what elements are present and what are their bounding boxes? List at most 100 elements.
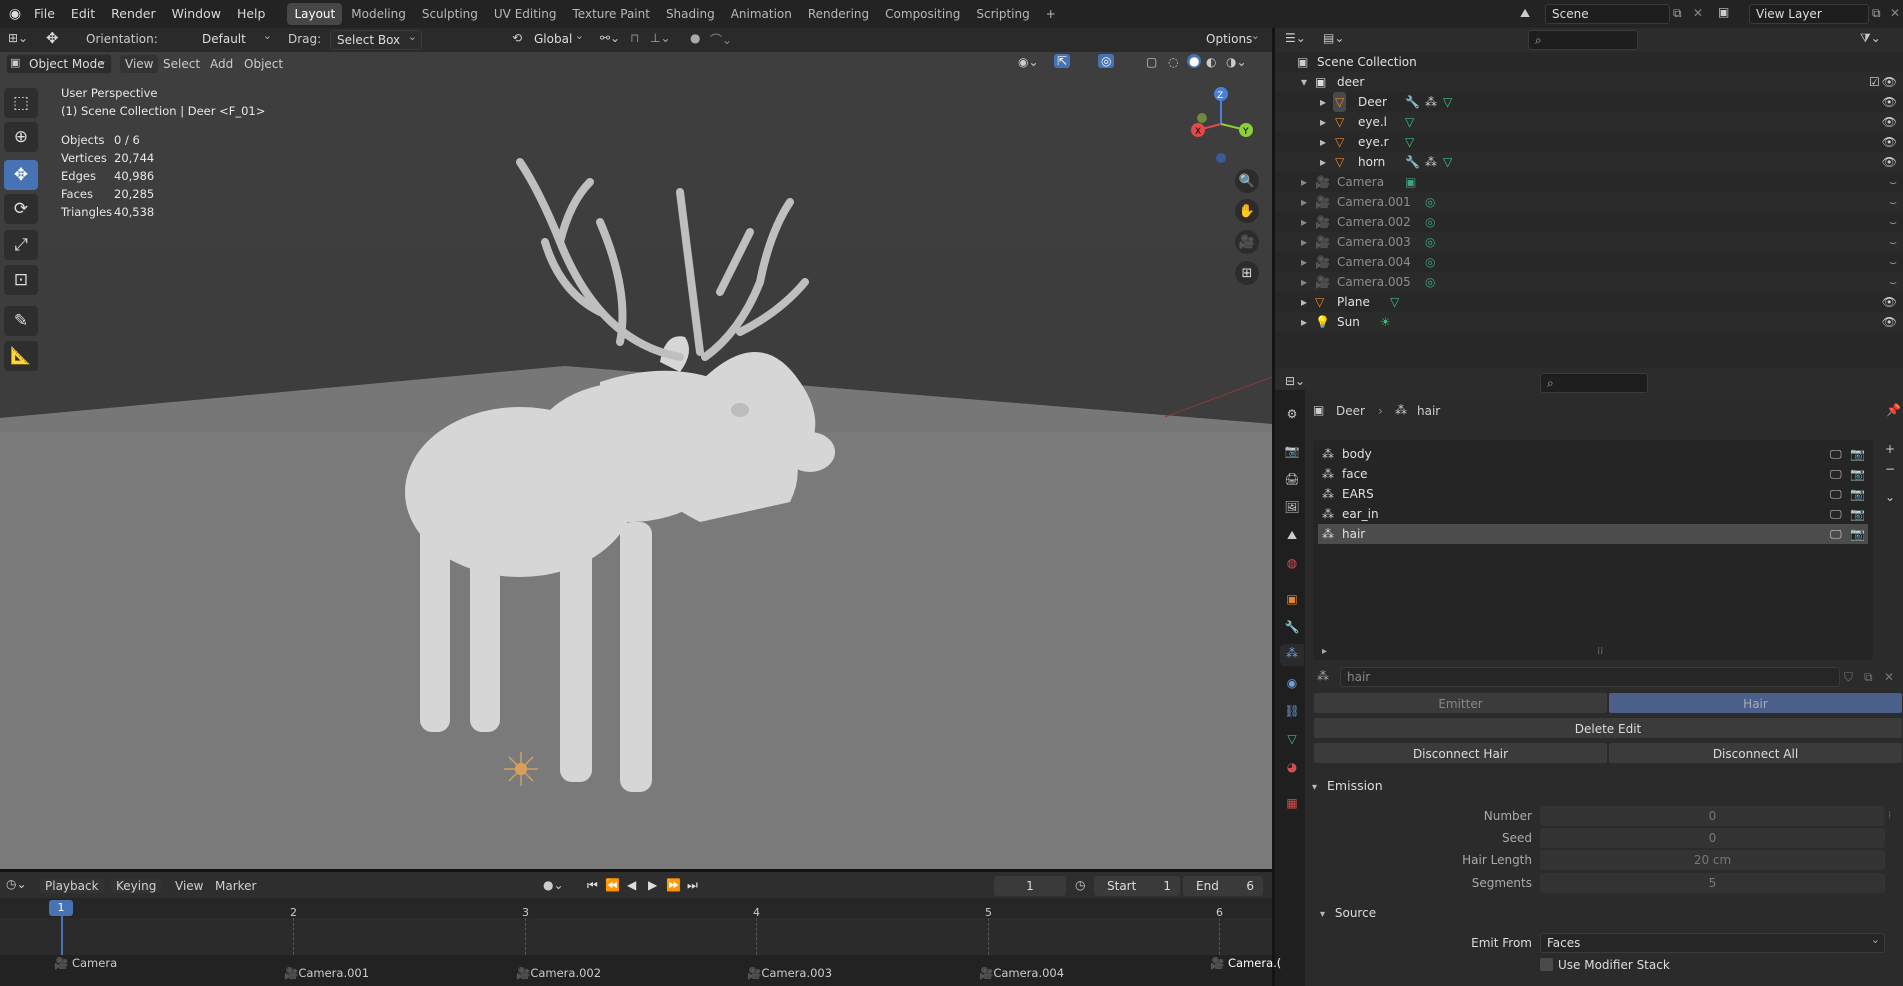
start-frame-field[interactable]: Start 1	[1094, 876, 1180, 896]
next-keyframe-icon[interactable]: ⏩	[666, 878, 681, 892]
render-camera-icon[interactable]: 📷	[1850, 464, 1865, 484]
outliner-row-deer[interactable]: ▸ ▽ Deer 🔧 ⁂ ▽ 👁	[1275, 92, 1903, 112]
viewport[interactable]	[0, 52, 1272, 870]
expand-arrow-icon[interactable]: ▸	[1301, 272, 1307, 292]
output-tab-icon[interactable]: 🖨	[1283, 470, 1301, 488]
expand-arrow-icon[interactable]: ▸	[1301, 292, 1307, 312]
overlay-toggle-icon[interactable]: ◎	[1098, 54, 1115, 68]
disconnect-all-button[interactable]: Disconnect All	[1608, 742, 1903, 764]
expand-arrow-icon[interactable]: ▸	[1320, 112, 1326, 132]
view-layer-field[interactable]: View Layer	[1749, 4, 1869, 24]
scene-icon[interactable]: ⛰	[1520, 6, 1530, 21]
expand-arrow-icon[interactable]: ▸	[1320, 92, 1326, 112]
emission-panel-header[interactable]: ▾ Emission	[1306, 775, 1903, 797]
viewport-display-icon[interactable]: 🖵	[1830, 504, 1842, 524]
tab-texture-paint[interactable]: Texture Paint	[566, 3, 657, 25]
display-mode-icon[interactable]: ▤⌄	[1323, 31, 1344, 45]
expand-arrow-icon[interactable]: ▸	[1301, 172, 1307, 192]
particle-system-item[interactable]: ⁂ face 🖵 📷	[1318, 464, 1868, 484]
unlink-settings-icon[interactable]: ✕	[1884, 670, 1894, 684]
particle-system-item-selected[interactable]: ⁂ hair 🖵 📷	[1318, 524, 1868, 544]
scale-tool-icon[interactable]: ⤢	[4, 230, 38, 260]
play-reverse-icon[interactable]: ◀	[627, 878, 636, 892]
select-tool-icon[interactable]: ⬚	[4, 88, 38, 118]
marker-camera-001[interactable]: 🎥Camera.001	[284, 966, 369, 980]
particle-system-item[interactable]: ⁂ body 🖵 📷	[1318, 444, 1868, 464]
render-camera-icon[interactable]: 📷	[1850, 504, 1865, 524]
menu-window[interactable]: Window	[164, 0, 229, 28]
eye-icon[interactable]: 👁	[1882, 132, 1897, 152]
editor-type-icon[interactable]: ⊞⌄	[8, 31, 28, 45]
seed-field[interactable]: 0	[1540, 828, 1885, 848]
rendered-shading-icon[interactable]: ◑⌄	[1226, 55, 1247, 69]
particles-tab-icon[interactable]: ⁂	[1280, 644, 1304, 666]
viewport-display-icon[interactable]: 🖵	[1830, 444, 1842, 464]
pan-hand-icon[interactable]: ✋	[1235, 199, 1259, 223]
transform-orientation-icon[interactable]: ⟲	[512, 31, 522, 45]
properties-search-input[interactable]: ⌕	[1540, 373, 1648, 393]
expand-arrow-icon[interactable]: ▸	[1301, 192, 1307, 212]
falloff-icon[interactable]: ⌒⌄	[710, 31, 732, 48]
clock-icon[interactable]: ◷	[1075, 878, 1085, 892]
viewport-display-icon[interactable]: 🖵	[1830, 464, 1842, 484]
sun-lamp[interactable]	[504, 752, 538, 786]
particle-system-item[interactable]: ⁂ EARS 🖵 📷	[1318, 484, 1868, 504]
snap-target-icon[interactable]: ⊥⌄	[650, 31, 671, 45]
copy-scene-icon[interactable]: ⧉	[1673, 6, 1682, 21]
eye-icon[interactable]: 👁	[1882, 312, 1897, 332]
eye-closed-icon[interactable]: ⌣	[1889, 252, 1897, 272]
viewport-display-icon[interactable]: 🖵	[1830, 524, 1842, 544]
list-expand-arrow-icon[interactable]: ▸	[1322, 646, 1327, 657]
wireframe-shading-icon[interactable]: ◌	[1168, 55, 1178, 69]
fake-user-shield-icon[interactable]: ⛉	[1844, 670, 1853, 685]
marker-camera-003[interactable]: 🎥Camera.003	[747, 966, 832, 980]
eye-closed-icon[interactable]: ⌣	[1889, 212, 1897, 232]
filter-icon[interactable]: ⧩⌄	[1860, 31, 1881, 46]
render-camera-icon[interactable]: 📷	[1850, 484, 1865, 504]
view-layer-tab-icon[interactable]: 🖼	[1283, 498, 1301, 516]
outliner-editor-type-icon[interactable]: ☰⌄	[1285, 31, 1306, 45]
list-menu-chevron-icon[interactable]: ⌄	[1885, 490, 1895, 504]
expand-arrow-icon[interactable]: ▸	[1320, 152, 1326, 172]
marker-camera-002[interactable]: 🎥Camera.002	[516, 966, 601, 980]
expand-arrow-icon[interactable]: ▸	[1320, 132, 1326, 152]
remove-slot-button[interactable]: −	[1885, 462, 1895, 476]
particle-settings-name-field[interactable]: hair	[1340, 667, 1840, 687]
eye-closed-icon[interactable]: ⌣	[1889, 232, 1897, 252]
outliner-row-camera[interactable]: ▸ 🎥 Camera ▣ ⌣	[1275, 172, 1903, 192]
outliner-row-eye-r[interactable]: ▸ ▽ eye.r ▽ 👁	[1275, 132, 1903, 152]
measure-tool-icon[interactable]: 📐	[4, 341, 38, 371]
scene-field[interactable]: Scene	[1545, 4, 1670, 24]
playback-menu[interactable]: Playback	[40, 879, 104, 893]
menu-file[interactable]: File	[26, 0, 63, 28]
orientation-dropdown[interactable]: Default	[176, 27, 276, 50]
gizmo-toggle-icon[interactable]: ⇱	[1054, 54, 1071, 68]
material-shading-icon[interactable]: ◐	[1206, 55, 1216, 69]
view-layer-icon[interactable]: ▣	[1718, 5, 1729, 19]
texture-tab-icon[interactable]: ▦	[1283, 794, 1301, 812]
eye-icon[interactable]: 👁	[1882, 152, 1897, 172]
close-scene-icon[interactable]: ✕	[1693, 6, 1703, 20]
eye-closed-icon[interactable]: ⌣	[1889, 172, 1897, 192]
world-tab-icon[interactable]: ◍	[1283, 554, 1301, 572]
data-tab-icon[interactable]: ▽	[1283, 730, 1301, 748]
marker-camera-004[interactable]: 🎥Camera.004	[979, 966, 1064, 980]
render-camera-icon[interactable]: 📷	[1850, 444, 1865, 464]
playhead-frame-badge[interactable]: 1	[49, 900, 73, 916]
type-emitter-button[interactable]: Emitter	[1313, 692, 1608, 714]
type-hair-button[interactable]: Hair	[1608, 692, 1903, 714]
resize-handle-icon[interactable]: ⁞⁞	[1597, 646, 1603, 657]
expand-arrow-icon[interactable]: ▾	[1301, 72, 1307, 92]
eye-icon[interactable]: 👁	[1882, 92, 1897, 112]
current-frame-field[interactable]: 1	[994, 876, 1066, 896]
tab-rendering[interactable]: Rendering	[801, 3, 876, 25]
viewport-menu-view[interactable]: View	[120, 55, 159, 73]
source-subpanel-header[interactable]: ▾ Source	[1320, 903, 1903, 923]
options-dropdown[interactable]: Options	[1200, 27, 1264, 50]
outliner-row-eye-l[interactable]: ▸ ▽ eye.l ▽ 👁	[1275, 112, 1903, 132]
drag-dropdown[interactable]: Select Box	[330, 28, 422, 50]
eye-icon[interactable]: 👁	[1882, 112, 1897, 132]
outliner-row-camera-002[interactable]: ▸ 🎥 Camera.002 ◎ ⌣	[1275, 212, 1903, 232]
play-icon[interactable]: ▶	[648, 878, 657, 892]
constraints-tab-icon[interactable]: ⛓	[1283, 702, 1301, 720]
